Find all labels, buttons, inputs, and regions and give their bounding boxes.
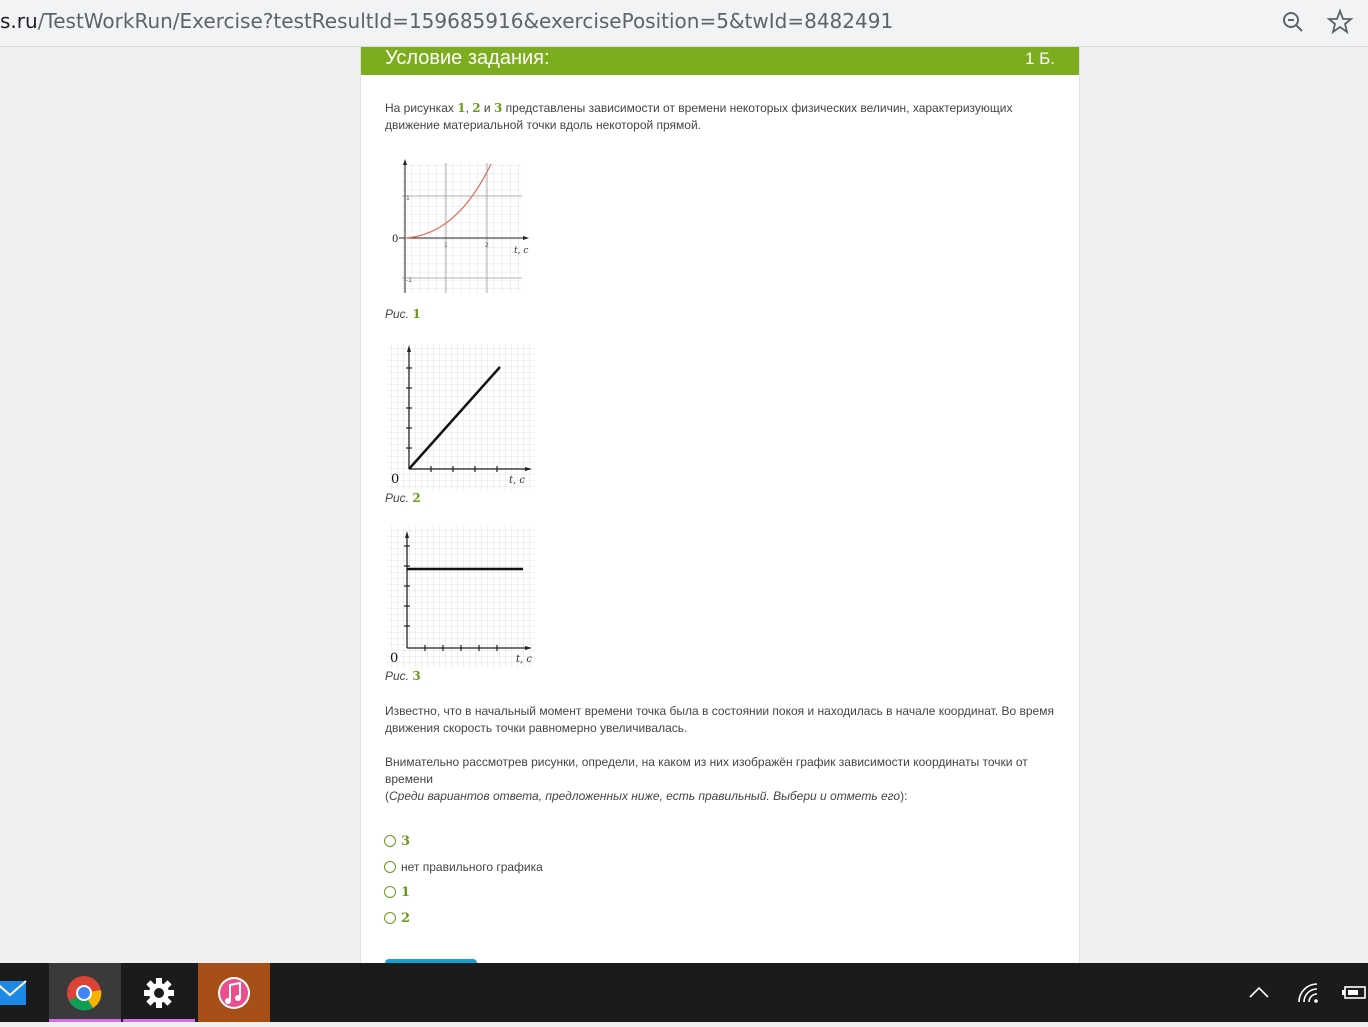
fig2-origin: 0: [391, 472, 399, 487]
figure-2-caption: Рис. 2: [385, 491, 421, 505]
fig1-tick-2: 2: [485, 242, 489, 249]
fig3-origin: 0: [390, 651, 398, 666]
option-label: 2: [401, 910, 411, 926]
fig1-tick-1: 1: [444, 242, 448, 249]
itunes-app[interactable]: [198, 963, 270, 1022]
figure-1-graph: 0 1 2 1 -1 t, с: [392, 159, 529, 293]
option-label: 3: [401, 833, 411, 849]
itunes-icon: [218, 977, 250, 1009]
chevron-up-icon[interactable]: [1247, 983, 1271, 1003]
radio-button[interactable]: [384, 886, 396, 898]
chrome-icon: [67, 976, 102, 1011]
wifi-icon[interactable]: [1296, 981, 1320, 1005]
answer-option-2[interactable]: 2: [384, 909, 410, 927]
radio-button[interactable]: [384, 861, 396, 873]
fig1-axis-label: t, с: [514, 246, 528, 256]
answer-option-3[interactable]: 3: [384, 832, 410, 850]
star-icon[interactable]: [1326, 8, 1354, 36]
fig2-axis-label: t, с: [509, 475, 525, 486]
intro-text: На рисунках 1, 2 и 3 представлены зависи…: [385, 101, 1013, 132]
option-label: 1: [401, 884, 411, 900]
mail-app[interactable]: [0, 963, 28, 1022]
zoom-icon[interactable]: [1279, 8, 1307, 36]
option-label: нет правильного графика: [401, 860, 543, 874]
settings-icon: [144, 978, 174, 1008]
figure-2-graph: 0 t, с: [387, 344, 535, 490]
chrome-app[interactable]: [49, 963, 121, 1022]
url-host: s.ru: [0, 9, 38, 33]
address-bar[interactable]: s.ru/TestWorkRun/Exercise?testResultId=1…: [0, 9, 893, 33]
known-conditions: Известно, что в начальный момент времени…: [385, 704, 1054, 735]
exercise-header: Условие задания: 1 Б.: [361, 47, 1079, 75]
fig1-ytick: 1: [406, 195, 410, 202]
exercise-title: Условие задания:: [385, 47, 550, 69]
answer-option-none[interactable]: нет правильного графика: [384, 858, 543, 876]
url-path: /TestWorkRun/Exercise?testResultId=15968…: [37, 9, 894, 33]
browser-toolbar: s.ru/TestWorkRun/Exercise?testResultId=1…: [0, 0, 1368, 47]
fig1-ytick-neg: -1: [406, 277, 412, 284]
fig3-axis-label: t, с: [516, 654, 532, 665]
radio-button[interactable]: [384, 835, 396, 847]
mail-icon: [0, 980, 27, 1005]
battery-icon[interactable]: [1340, 983, 1368, 1003]
hint-text: Среди вариантов ответа, предложенных ниж…: [389, 789, 901, 803]
taskbar: [0, 963, 1368, 1022]
radio-button[interactable]: [384, 912, 396, 924]
question-text: Внимательно рассмотрев рисунки, определи…: [385, 755, 1028, 803]
exercise-score: 1 Б.: [1024, 49, 1055, 68]
figure-3-graph: 0 t, с: [387, 526, 535, 668]
answer-option-1[interactable]: 1: [384, 883, 410, 901]
figure-1-caption: Рис. 1: [385, 307, 421, 321]
fig1-origin: 0: [392, 234, 398, 245]
settings-app[interactable]: [123, 963, 195, 1022]
figure-3-caption: Рис. 3: [385, 669, 421, 683]
exercise-card: Условие задания: 1 Б. На рисунках 1, 2 и…: [360, 47, 1080, 963]
